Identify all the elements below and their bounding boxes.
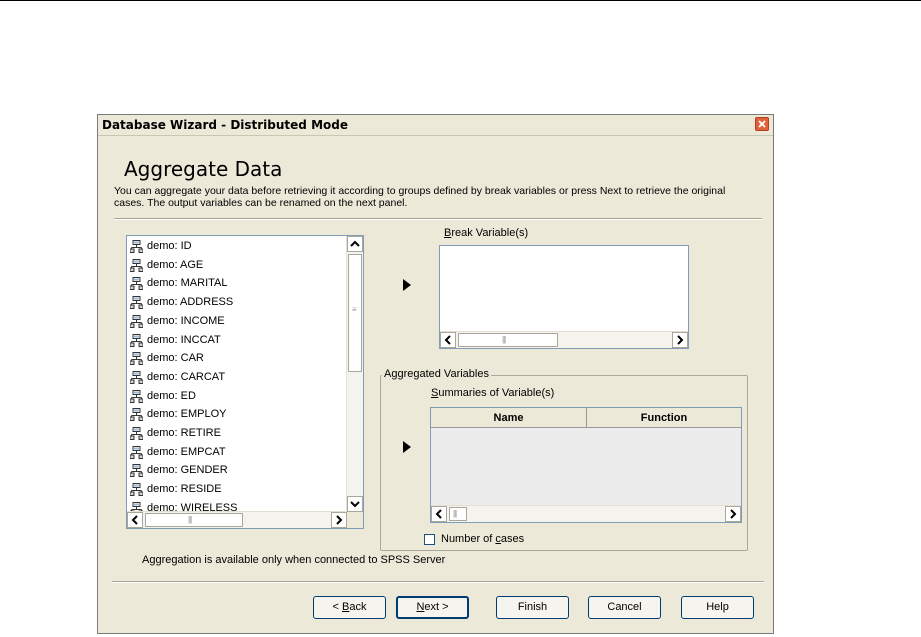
move-to-summaries-button[interactable] [402,441,412,453]
variable-nominal-icon [130,408,143,422]
variable-label: demo: CAR [147,352,204,365]
grip-icon: ||| [188,515,192,524]
grip-icon: ≡ [352,305,357,314]
variable-label: demo: GENDER [147,464,228,477]
chevron-left-icon [131,515,138,525]
variable-label: demo: ED [147,389,196,402]
back-button[interactable]: < Back [313,596,386,619]
chevron-right-icon [336,515,343,525]
number-of-cases-checkbox[interactable] [424,534,435,545]
move-to-break-button[interactable] [402,279,412,291]
chevron-left-icon [444,335,451,345]
cancel-button[interactable]: Cancel [588,596,661,619]
database-wizard-dialog: Database Wizard - Distributed Mode Aggre… [97,114,774,634]
variable-nominal-icon [130,427,143,440]
scroll-corner [347,512,363,528]
grip-icon: ||| [453,509,457,518]
list-horizontal-scrollbar[interactable]: ||| [127,511,347,528]
variable-nominal-icon [130,258,143,272]
variable-nominal-icon [130,352,143,366]
page-description: You can aggregate your data before retri… [114,185,726,209]
list-hscroll-thumb[interactable]: ||| [145,513,243,527]
variable-nominal-icon [130,333,143,347]
variable-label: demo: CARCAT [147,370,226,383]
next-button[interactable]: Next > [396,596,469,619]
table-hscroll-thumb[interactable]: ||| [449,507,467,521]
footer-divider [112,581,764,583]
aggregation-note: Aggregation is available only when conne… [142,554,446,566]
aggregated-variables-label: Aggregated Variables [382,368,491,380]
header-divider [114,218,762,220]
column-header-function[interactable]: Function [587,408,741,428]
break-hscroll-thumb[interactable]: ||| [458,333,558,347]
break-horizontal-scrollbar[interactable]: ||| [440,331,688,348]
chevron-down-icon [350,501,360,508]
chevron-left-icon [435,509,442,519]
variable-nominal-icon [130,370,143,384]
scroll-up-button[interactable] [347,236,363,252]
dialog-title: Database Wizard - Distributed Mode [102,118,348,132]
variable-nominal-icon [130,464,143,478]
scroll-right-button[interactable] [725,506,741,522]
variable-nominal-icon [130,483,143,497]
table-horizontal-scrollbar[interactable]: ||| [431,505,741,522]
chevron-up-icon [350,240,360,247]
variable-label: demo: EMPCAT [147,445,226,458]
variable-nominal-icon [130,445,143,459]
grip-icon: ||| [502,335,506,344]
scroll-left-button[interactable] [440,332,456,348]
variable-nominal-icon [130,389,143,403]
number-of-cases-label[interactable]: Number of cases [441,533,524,545]
page-top-rule [0,0,921,1]
finish-button[interactable]: Finish [496,596,569,619]
break-variables-list[interactable]: ||| [439,245,689,349]
break-variables-label: Break Variable(s) [444,227,529,239]
variable-nominal-icon [130,296,143,310]
summaries-label: Summaries of Variable(s) [431,387,555,399]
variable-nominal-icon [130,240,143,253]
variable-label: demo: EMPLOY [147,408,227,421]
scroll-left-button[interactable] [431,506,447,522]
scroll-right-button[interactable] [331,512,347,528]
close-button[interactable] [755,117,769,131]
list-vertical-scrollbar[interactable]: ≡ [346,236,363,512]
help-button[interactable]: Help [681,596,754,619]
scroll-left-button[interactable] [127,512,143,528]
variable-label: demo: RETIRE [147,427,221,439]
variable-label: demo: RESIDE [147,483,222,496]
variable-label: demo: AGE [147,258,204,271]
variable-nominal-icon [130,314,143,328]
page-heading: Aggregate Data [124,157,283,181]
variable-label: demo: ID [147,240,192,252]
close-icon [758,120,766,128]
summaries-table[interactable]: Name Function ||| [430,407,742,523]
variable-label: demo: MARITAL [147,277,228,290]
variable-label: demo: INCOME [147,314,225,327]
variable-label: demo: INCCAT [147,333,221,346]
variable-nominal-icon [130,277,143,291]
chevron-right-icon [730,509,737,519]
scroll-right-button[interactable] [672,332,688,348]
chevron-right-icon [677,335,684,345]
list-scroll-thumb[interactable]: ≡ [348,254,362,372]
scroll-down-button[interactable] [347,496,363,512]
title-bar[interactable]: Database Wizard - Distributed Mode [98,115,773,136]
source-variable-list[interactable]: demo: ID demo: AGE demo: MARITAL demo: ADDR… [126,235,364,529]
variable-label: demo: ADDRESS [147,296,234,309]
column-header-name[interactable]: Name [431,408,587,428]
